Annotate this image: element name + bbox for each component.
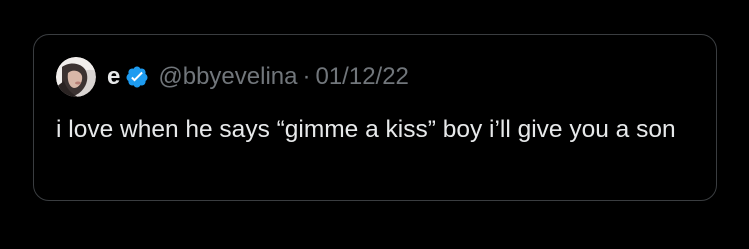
quoted-tweet-card[interactable]: e @bbyevelina · 01/12/22 i love when he … bbox=[33, 34, 717, 201]
quoted-tweet-header: e @bbyevelina · 01/12/22 bbox=[56, 57, 409, 97]
avatar[interactable] bbox=[56, 57, 96, 97]
verified-badge-icon bbox=[126, 66, 148, 88]
user-handle[interactable]: @bbyevelina bbox=[158, 57, 297, 97]
avatar-image bbox=[56, 57, 96, 97]
display-name[interactable]: e bbox=[107, 57, 120, 97]
tweet-date[interactable]: 01/12/22 bbox=[315, 57, 408, 97]
separator-dot: · bbox=[302, 63, 311, 90]
quoted-tweet-text: i love when he says “gimme a kiss” boy i… bbox=[56, 116, 676, 143]
